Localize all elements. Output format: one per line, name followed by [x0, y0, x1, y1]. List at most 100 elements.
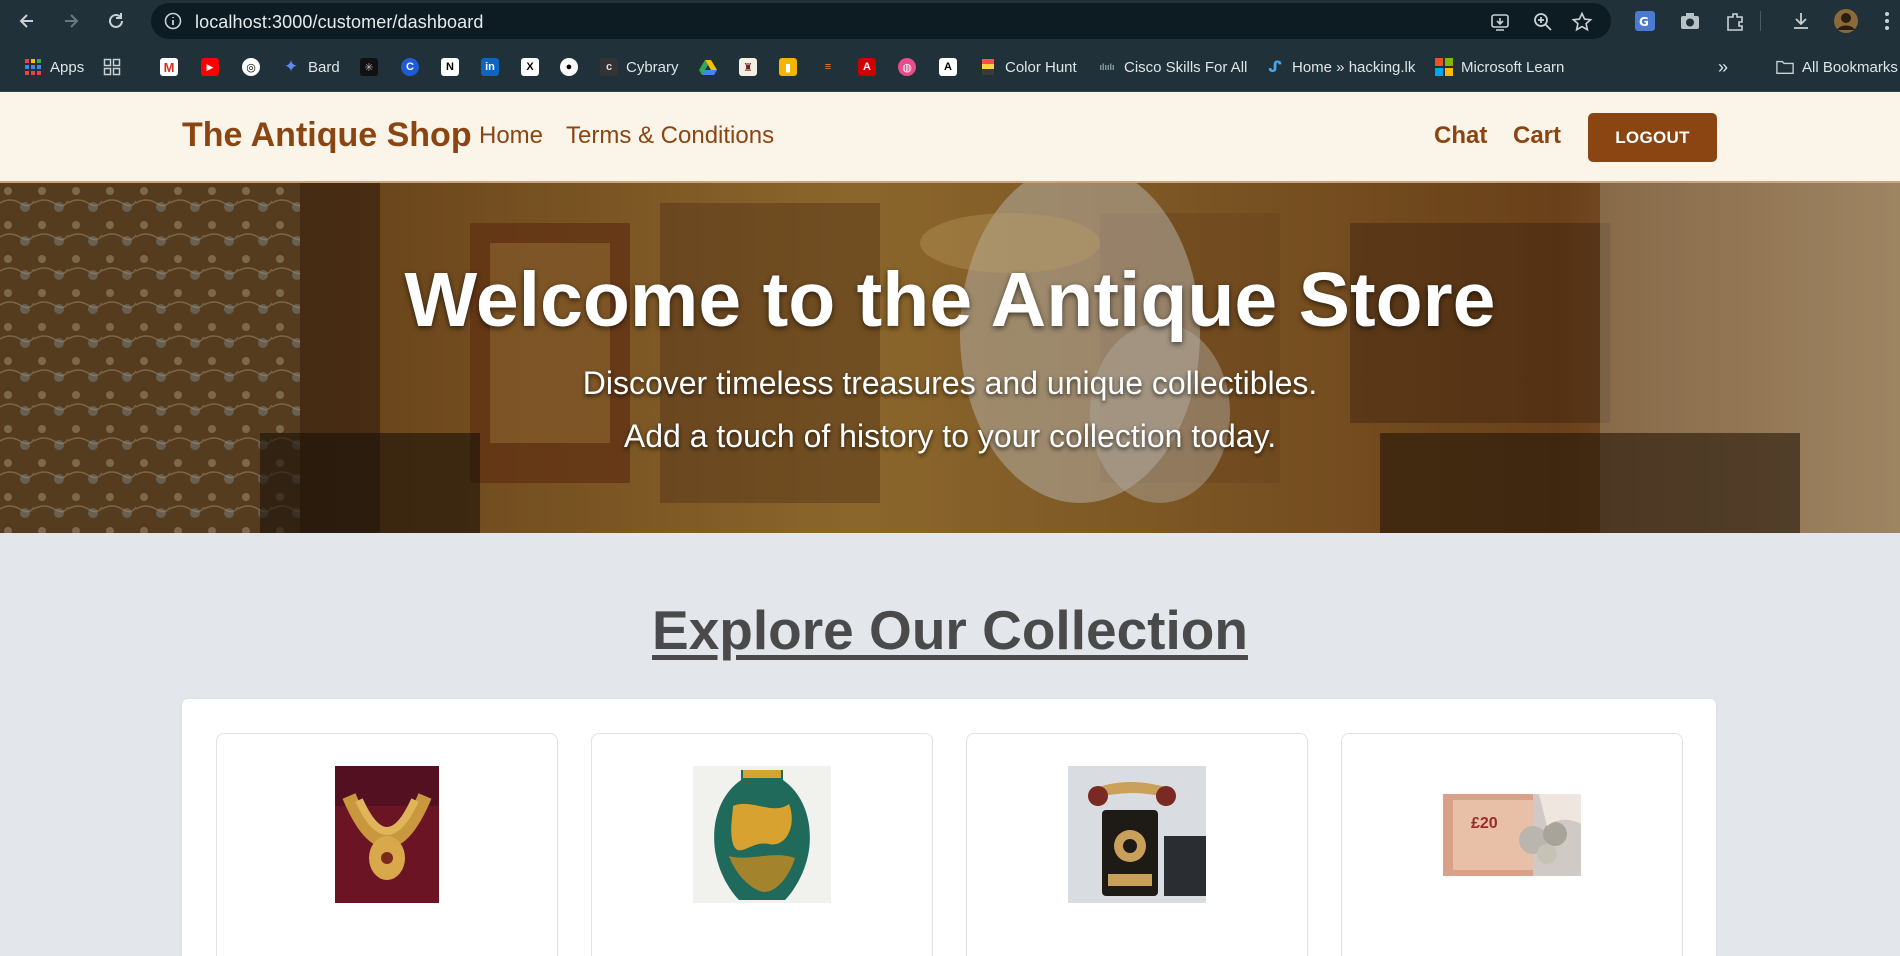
color-hunt-icon: [979, 58, 997, 76]
tab-groups-icon: [103, 58, 121, 76]
bookmark-microsoft-learn[interactable]: Microsoft Learn: [1435, 42, 1564, 92]
svg-text:£20: £20: [1471, 815, 1498, 832]
bookmark-dribbble[interactable]: ◍: [898, 42, 916, 92]
reload-icon[interactable]: [103, 8, 129, 34]
profile-avatar[interactable]: [1833, 8, 1859, 34]
collection-title: Explore Our Collection: [652, 599, 1248, 661]
hero-subtitle-line-2: Add a touch of history to your collectio…: [623, 418, 1277, 454]
bookmark-bard[interactable]: ✦ Bard: [282, 42, 340, 92]
perplexity-icon: ✳: [360, 58, 378, 76]
site-info-icon[interactable]: [163, 11, 183, 31]
university-icon: ♜: [739, 58, 757, 76]
bookmark-label: Home » hacking.lk: [1292, 58, 1416, 76]
bookmark-perplexity[interactable]: ✳: [360, 42, 378, 92]
bookmark-label: Bard: [308, 58, 340, 76]
stackoverflow-icon: ≡: [824, 61, 832, 73]
linkedin-icon: in: [481, 58, 499, 76]
gmail-icon: M: [160, 58, 178, 76]
telephone-image[interactable]: [1068, 766, 1206, 903]
all-bookmarks-label: All Bookmarks: [1802, 58, 1898, 76]
bookmark-label: Cisco Skills For All: [1124, 58, 1248, 76]
bookmark-label: Cybrary: [626, 58, 679, 76]
bookmarks-overflow-icon[interactable]: »: [1718, 42, 1728, 92]
bard-icon: ✦: [283, 57, 299, 76]
url-text[interactable]: localhost:3000/customer/dashboard: [195, 12, 483, 33]
browser-toolbar: localhost:3000/customer/dashboard G: [0, 0, 1900, 42]
bookmark-linkedin[interactable]: in: [481, 42, 499, 92]
keep-icon: ▮: [779, 58, 797, 76]
product-card[interactable]: [216, 733, 558, 956]
logout-button[interactable]: LOGOUT: [1588, 113, 1717, 162]
bookmark-label: Microsoft Learn: [1461, 58, 1565, 76]
nav-terms-link[interactable]: Terms & Conditions: [566, 122, 774, 150]
bookmarks-bar: Apps M ▶ ◎ ✦ Bard ✳ C N in X ● c Cybrary…: [0, 42, 1900, 121]
hero-subtitle-line-1: Discover timeless treasures and unique c…: [582, 365, 1318, 401]
currency-image[interactable]: £20: [1443, 794, 1581, 876]
youtube-icon: ▶: [201, 58, 219, 76]
microsoft-icon: [1435, 58, 1453, 76]
hacking-lk-icon: ᔑ: [1268, 59, 1282, 76]
bookmark-gmail[interactable]: M: [160, 42, 178, 92]
bookmark-label: Apps: [50, 58, 85, 76]
adobe-icon: A: [858, 58, 876, 76]
product-card[interactable]: [591, 733, 933, 956]
bookmark-adobe[interactable]: A: [858, 42, 876, 92]
address-bar[interactable]: localhost:3000/customer/dashboard: [151, 3, 1611, 39]
nav-home-link[interactable]: Home: [479, 122, 543, 150]
bookmark-hacking-lk[interactable]: ᔑ Home » hacking.lk: [1266, 42, 1415, 92]
forward-icon[interactable]: [58, 8, 84, 34]
google-translate-icon[interactable]: G: [1632, 8, 1658, 34]
bookmark-label: Color Hunt: [1005, 58, 1077, 76]
bookmark-keep[interactable]: ▮: [779, 42, 797, 92]
bookmark-a[interactable]: A: [939, 42, 957, 92]
nav-cart-link[interactable]: Cart: [1513, 122, 1561, 150]
install-app-icon[interactable]: [1489, 11, 1511, 33]
apps-grid-icon: [24, 58, 42, 76]
hero-banner: Welcome to the Antique Store Discover ti…: [0, 183, 1900, 533]
site-navbar: The Antique Shop Home Terms & Conditions…: [0, 92, 1900, 183]
browser-menu-icon[interactable]: [1874, 8, 1900, 34]
bookmark-notion[interactable]: N: [441, 42, 459, 92]
product-card[interactable]: [966, 733, 1308, 956]
site-brand[interactable]: The Antique Shop: [182, 116, 472, 155]
vase-image[interactable]: [693, 766, 831, 903]
bookmark-google-drive[interactable]: [699, 42, 717, 92]
bookmark-cisco[interactable]: ılıılı Cisco Skills For All: [1098, 42, 1247, 92]
bookmark-star-icon[interactable]: [1571, 11, 1593, 33]
bookmark-tab-groups[interactable]: [103, 42, 121, 92]
necklace-image[interactable]: [335, 766, 439, 903]
all-bookmarks-folder[interactable]: All Bookmarks: [1776, 42, 1898, 92]
notion-icon: N: [441, 58, 459, 76]
bookmark-c[interactable]: C: [401, 42, 419, 92]
extensions-icon[interactable]: [1722, 8, 1748, 34]
cybrary-icon: c: [600, 58, 618, 76]
bookmark-chatgpt[interactable]: ◎: [242, 42, 260, 92]
back-icon[interactable]: [14, 8, 40, 34]
product-card[interactable]: £20: [1341, 733, 1683, 956]
hero-overlay: [0, 183, 1900, 533]
bookmark-color-hunt[interactable]: Color Hunt: [979, 42, 1077, 92]
bookmark-cybrary[interactable]: c Cybrary: [600, 42, 679, 92]
bookmark-stackoverflow[interactable]: ≡: [819, 42, 837, 92]
bookmark-youtube[interactable]: ▶: [201, 42, 219, 92]
camera-icon[interactable]: [1677, 8, 1703, 34]
nav-chat-link[interactable]: Chat: [1434, 122, 1487, 150]
downloads-icon[interactable]: [1788, 8, 1814, 34]
svg-text:G: G: [1639, 15, 1649, 29]
bookmark-university[interactable]: ♜: [739, 42, 757, 92]
cisco-icon: ılıılı: [1099, 62, 1115, 72]
folder-icon: [1776, 58, 1794, 76]
github-icon: ●: [560, 58, 578, 76]
a-icon: A: [939, 58, 957, 76]
zoom-icon[interactable]: [1532, 11, 1554, 33]
bookmark-apps[interactable]: Apps: [24, 42, 84, 92]
bookmark-x[interactable]: X: [521, 42, 539, 92]
google-drive-icon: [699, 58, 717, 76]
toolbar-divider: [1760, 11, 1761, 31]
hero-title: Welcome to the Antique Store: [404, 257, 1496, 343]
chatgpt-icon: ◎: [242, 58, 260, 76]
dribbble-icon: ◍: [898, 58, 916, 76]
bookmark-github[interactable]: ●: [560, 42, 578, 92]
x-icon: X: [521, 58, 539, 76]
c-icon: C: [401, 58, 419, 76]
